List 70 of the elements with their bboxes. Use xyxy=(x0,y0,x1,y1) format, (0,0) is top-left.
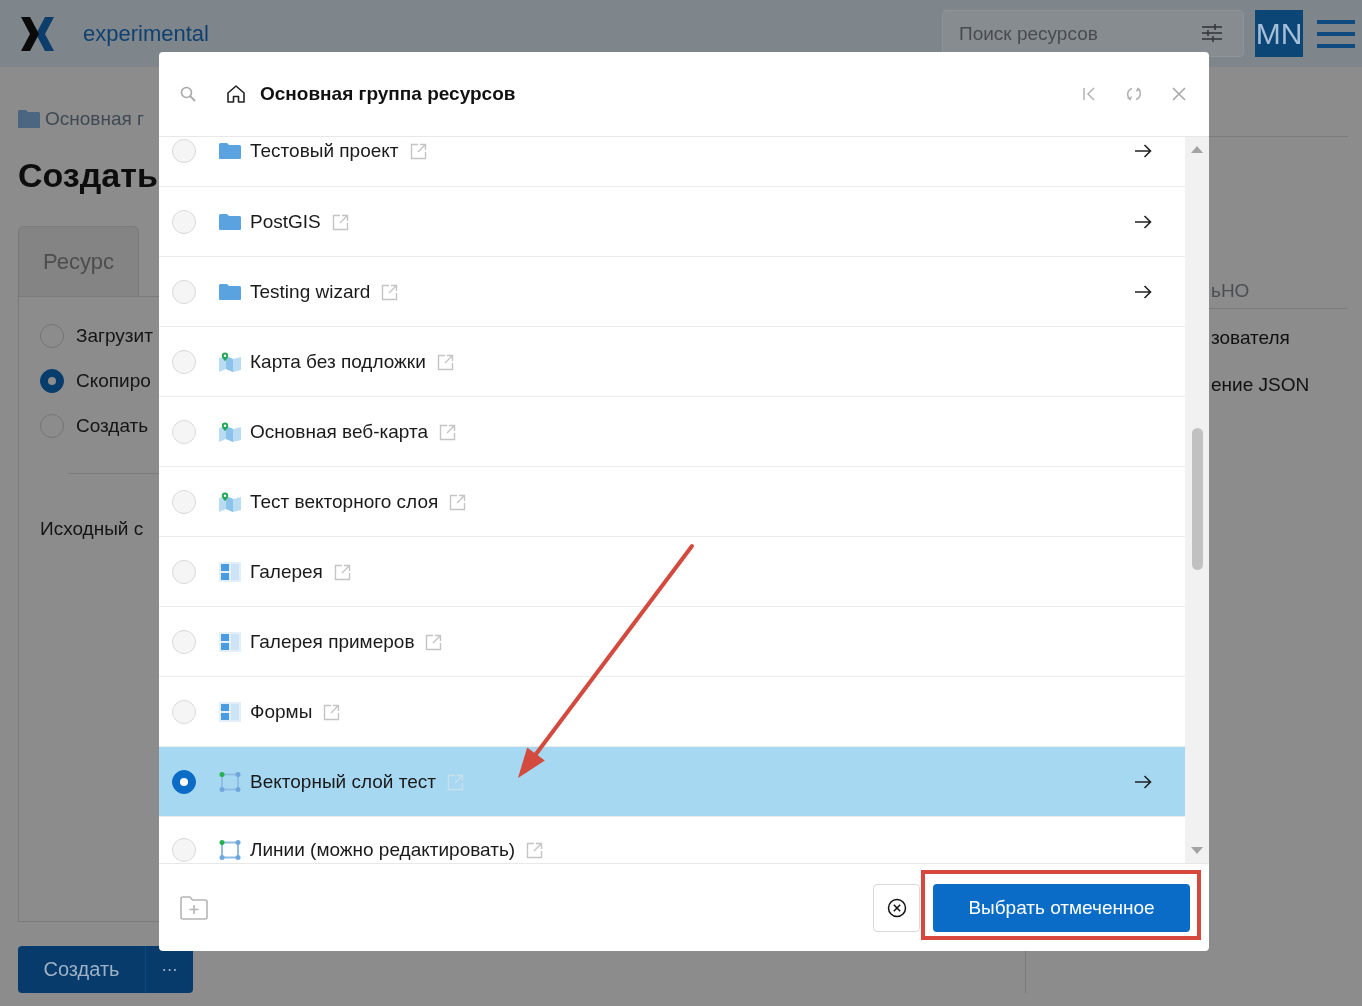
resource-name: Тестовый проект xyxy=(250,140,399,162)
scrollbar-thumb[interactable] xyxy=(1191,428,1203,570)
side-option[interactable]: зователя xyxy=(1211,327,1290,349)
resource-row[interactable]: Тестовый проект xyxy=(159,137,1185,187)
folder-icon xyxy=(18,110,40,128)
external-link-icon[interactable] xyxy=(425,633,443,651)
scrollbar[interactable] xyxy=(1185,137,1209,863)
polygon-icon xyxy=(219,840,241,860)
resource-name: PostGIS xyxy=(250,211,321,233)
tiles-icon xyxy=(219,702,241,722)
map-icon xyxy=(219,422,241,442)
external-link-icon[interactable] xyxy=(381,283,399,301)
external-link-icon[interactable] xyxy=(409,142,427,160)
external-link-icon[interactable] xyxy=(323,703,341,721)
resource-name: Testing wizard xyxy=(250,281,371,303)
map-icon xyxy=(219,352,241,372)
polygon-icon xyxy=(219,772,241,792)
resource-name: Галерея примеров xyxy=(250,631,415,653)
tiles-icon xyxy=(219,632,241,652)
refresh-icon[interactable] xyxy=(1126,86,1142,102)
external-link-icon[interactable] xyxy=(446,773,464,791)
resource-name: Основная веб-карта xyxy=(250,421,428,443)
search-icon[interactable] xyxy=(180,86,196,102)
tiles-icon xyxy=(219,562,241,582)
scroll-up-icon[interactable] xyxy=(1191,146,1203,153)
external-link-icon[interactable] xyxy=(436,353,454,371)
new-folder-icon[interactable] xyxy=(180,895,208,920)
option-label: Загрузит xyxy=(76,324,153,347)
map-icon xyxy=(219,492,241,512)
option-label: Создать xyxy=(76,414,149,437)
resource-row[interactable]: Векторный слой тест xyxy=(159,747,1185,817)
select-checked-button[interactable]: Выбрать отмеченное xyxy=(933,883,1190,932)
section-heading: ьНО xyxy=(1211,280,1250,302)
folder-icon xyxy=(219,282,241,302)
scroll-down-icon[interactable] xyxy=(1191,847,1203,854)
resource-name: Галерея xyxy=(250,561,323,583)
resource-name: Карта без подложки xyxy=(250,351,426,373)
home-icon[interactable] xyxy=(226,84,246,104)
filter-icon[interactable] xyxy=(1202,24,1222,42)
folder-icon xyxy=(219,212,241,232)
user-avatar[interactable]: MN xyxy=(1255,10,1303,57)
create-button[interactable]: Создать xyxy=(18,946,145,993)
radio-button[interactable] xyxy=(40,368,64,393)
resource-name: Формы xyxy=(250,701,313,723)
external-link-icon[interactable] xyxy=(331,213,349,231)
arrow-right-icon[interactable] xyxy=(1134,143,1152,159)
field-label: Исходный с xyxy=(40,517,144,541)
page-title: Создать xyxy=(18,155,158,195)
folder-icon xyxy=(219,141,241,161)
more-button[interactable]: ⋯ xyxy=(145,946,193,993)
arrow-right-icon[interactable] xyxy=(1134,214,1152,230)
resource-name: Линии (можно редактировать) xyxy=(250,839,516,861)
external-link-icon[interactable] xyxy=(439,423,456,441)
arrow-right-icon[interactable] xyxy=(1134,284,1152,300)
close-icon[interactable] xyxy=(1171,86,1187,102)
menu-icon[interactable] xyxy=(1317,19,1355,48)
external-link-icon[interactable] xyxy=(526,841,544,859)
radio-button[interactable] xyxy=(172,770,196,794)
logo-icon[interactable] xyxy=(20,16,55,51)
first-page-icon[interactable] xyxy=(1081,86,1097,102)
resource-name: Тест векторного слоя xyxy=(250,491,439,513)
arrow-right-icon[interactable] xyxy=(1134,774,1152,790)
dialog-title: Основная группа ресурсов xyxy=(260,83,516,105)
resource-name: Векторный слой тест xyxy=(250,771,436,793)
clear-icon xyxy=(886,897,907,918)
external-link-icon[interactable] xyxy=(333,563,351,581)
external-link-icon[interactable] xyxy=(449,493,467,511)
side-option[interactable]: ение JSON xyxy=(1211,374,1310,396)
option-label: Скопиро xyxy=(76,369,151,392)
clear-button[interactable] xyxy=(873,883,920,932)
